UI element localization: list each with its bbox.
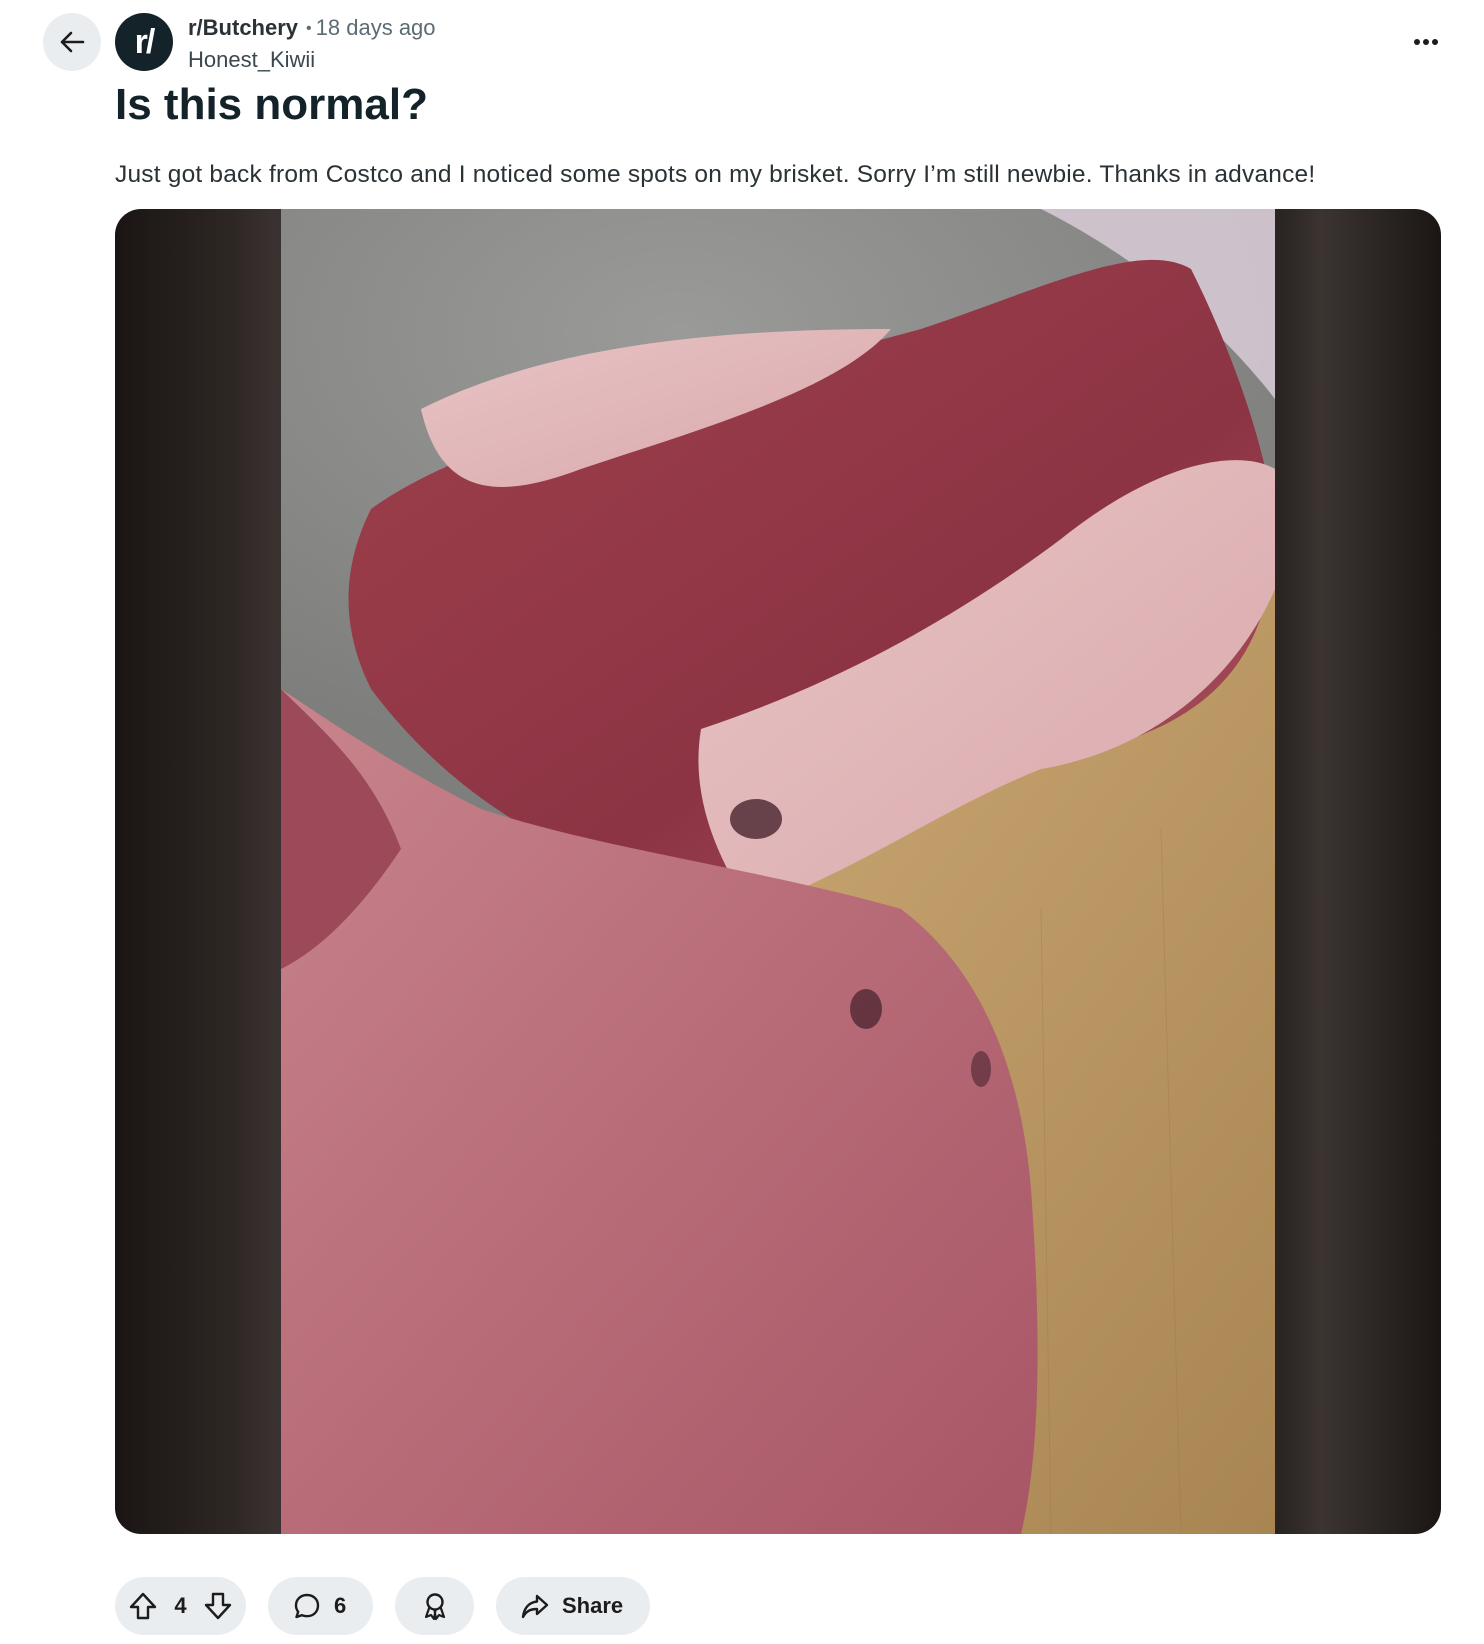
comment-bubble-icon bbox=[292, 1591, 322, 1621]
award-button[interactable] bbox=[395, 1577, 474, 1635]
post-body: Just got back from Costco and I noticed … bbox=[115, 161, 1316, 188]
post-age: 18 days ago bbox=[315, 15, 436, 40]
comment-count: 6 bbox=[334, 1593, 347, 1618]
award-ribbon-icon bbox=[420, 1591, 450, 1621]
subreddit-avatar[interactable]: r/ bbox=[115, 13, 173, 71]
share-label: Share bbox=[562, 1593, 624, 1618]
share-arrow-icon bbox=[520, 1591, 550, 1621]
post-image-container[interactable] bbox=[115, 209, 1441, 1534]
post-action-bar: 4 6 Share bbox=[115, 1577, 650, 1635]
post-title: Is this normal? bbox=[115, 80, 428, 129]
subreddit-link[interactable]: r/Butchery bbox=[188, 15, 298, 40]
back-button[interactable] bbox=[43, 13, 101, 71]
vote-control: 4 bbox=[115, 1577, 246, 1635]
downvote-arrow-icon[interactable] bbox=[203, 1591, 233, 1621]
author-link[interactable]: Honest_Kiwii bbox=[188, 46, 436, 74]
share-button[interactable]: Share bbox=[496, 1577, 650, 1635]
more-options-button[interactable] bbox=[1406, 22, 1446, 62]
post-page: r/ r/Butchery • 18 days ago Honest_Kiwii I… bbox=[0, 0, 1484, 1644]
meta-separator: • bbox=[306, 20, 312, 37]
comments-button[interactable]: 6 bbox=[268, 1577, 373, 1635]
avatar-text: r/ bbox=[134, 22, 156, 61]
post-meta: r/Butchery • 18 days ago Honest_Kiwii bbox=[188, 14, 436, 74]
post-image bbox=[281, 209, 1275, 1534]
more-horizontal-icon bbox=[1413, 38, 1439, 46]
arrow-left-icon bbox=[57, 27, 87, 57]
upvote-arrow-icon[interactable] bbox=[128, 1591, 158, 1621]
vote-count: 4 bbox=[174, 1593, 187, 1618]
